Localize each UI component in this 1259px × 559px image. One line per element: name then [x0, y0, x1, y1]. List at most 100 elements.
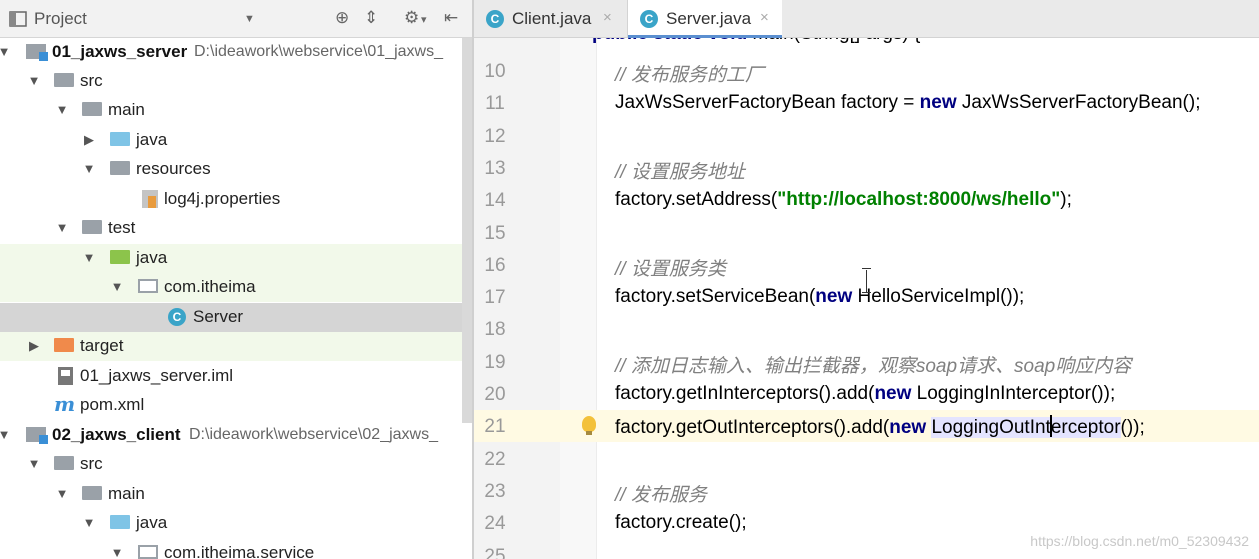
- resources-folder-icon: [110, 161, 130, 175]
- folder-icon: [82, 486, 102, 500]
- line-number: 22: [484, 448, 506, 470]
- tree-item-module-client[interactable]: ▼ 02_jaxws_client D:\ideawork\webservice…: [0, 421, 472, 450]
- mouse-cursor-icon: [862, 268, 871, 294]
- code-text: factory.create();: [615, 512, 747, 534]
- chevron-down-icon[interactable]: ▼: [0, 424, 11, 446]
- project-scrollbar[interactable]: [462, 38, 472, 423]
- tree-item-label: com.itheima: [164, 277, 256, 296]
- code-text: // 添加日志输入、输出拦截器，观察soap请求、soap响应内容: [615, 355, 1132, 377]
- tree-item-test-java[interactable]: ▼ java: [0, 244, 472, 273]
- module-path: D:\ideawork\webservice\02_jaxws_: [189, 426, 438, 443]
- tree-item-java[interactable]: ▼ java: [0, 509, 472, 538]
- tree-item-label: src: [80, 71, 103, 90]
- tree-item-label: 02_jaxws_client: [52, 425, 181, 444]
- tree-item-module-server[interactable]: ▼ 01_jaxws_server D:\ideawork\webservice…: [0, 38, 472, 67]
- tree-item-iml[interactable]: 01_jaxws_server.iml: [0, 362, 472, 391]
- line-number: 16: [484, 254, 506, 276]
- line-number: 10: [484, 61, 506, 82]
- chevron-right-icon[interactable]: ▶: [82, 129, 96, 151]
- maven-icon: m: [54, 392, 76, 416]
- hide-panel-icon[interactable]: ⇤: [444, 8, 458, 28]
- code-line[interactable]: 20 factory.getInInterceptors().add(new Lo…: [474, 378, 1259, 410]
- chevron-down-icon[interactable]: ▼: [82, 158, 96, 180]
- chevron-right-icon[interactable]: ▶: [27, 335, 41, 357]
- chevron-down-icon[interactable]: ▼: [27, 453, 41, 475]
- lightbulb-icon[interactable]: [582, 416, 596, 436]
- locate-icon[interactable]: ⊕: [335, 8, 349, 28]
- tree-item-label: pom.xml: [80, 395, 145, 414]
- tree-item-label: Server: [193, 307, 244, 326]
- close-icon[interactable]: ×: [760, 9, 769, 26]
- chevron-down-icon[interactable]: ▼: [0, 41, 11, 63]
- tree-item-label: java: [136, 513, 168, 532]
- tree-item-package[interactable]: ▼ com.itheima: [0, 273, 472, 302]
- java-class-icon: C: [640, 10, 658, 28]
- chevron-down-icon[interactable]: ▼: [110, 276, 124, 298]
- code-area[interactable]: public static void main(String[] args) {…: [474, 23, 1259, 559]
- code-line[interactable]: 23 // 发布服务: [474, 475, 1259, 507]
- code-editor: public static void main(String[] args) {…: [474, 0, 1259, 559]
- code-line[interactable]: 21 factory.getOutInterceptors().add(new L…: [474, 410, 1259, 443]
- tree-item-src[interactable]: ▼ src: [0, 67, 472, 96]
- close-icon[interactable]: ×: [603, 9, 612, 26]
- code-line[interactable]: 15: [474, 217, 1259, 249]
- code-line[interactable]: 14 factory.setAddress("http://localhost:8…: [474, 184, 1259, 216]
- tree-item-test[interactable]: ▼ test: [0, 214, 472, 243]
- chevron-down-icon[interactable]: ▼: [55, 483, 69, 505]
- tree-item-resources[interactable]: ▼ resources: [0, 155, 472, 184]
- tree-item-label: 01_jaxws_server.iml: [80, 366, 234, 385]
- chevron-down-icon[interactable]: ▼: [55, 99, 69, 121]
- tree-item-java[interactable]: ▶ java: [0, 126, 472, 155]
- gear-icon[interactable]: ⚙: [404, 8, 419, 28]
- code-line[interactable]: 10 // 发布服务的工厂: [474, 55, 1259, 87]
- tree-item-log4j[interactable]: log4j.properties: [0, 185, 472, 214]
- editor-tabs: C Client.java × C Server.java ×: [474, 0, 1259, 38]
- line-number: 14: [484, 190, 506, 212]
- tree-item-main[interactable]: ▼ main: [0, 96, 472, 125]
- project-panel-header: Project ▼ ⊕ ⇕ ⚙ ▾ ⇤: [0, 0, 472, 38]
- collapse-all-icon[interactable]: ⇕: [364, 8, 378, 28]
- tab-label: Server.java: [666, 9, 752, 28]
- line-number: 18: [484, 319, 506, 341]
- folder-icon: [82, 220, 102, 234]
- code-line[interactable]: 18: [474, 313, 1259, 345]
- tree-item-package[interactable]: ▼ com.itheima.service: [0, 539, 472, 559]
- view-dropdown-icon[interactable]: ▼: [244, 13, 255, 25]
- source-folder-icon: [110, 132, 130, 146]
- chevron-down-icon[interactable]: ▼: [82, 512, 96, 534]
- tree-item-label: resources: [136, 159, 211, 178]
- folder-icon: [82, 102, 102, 116]
- iml-file-icon: [58, 367, 73, 385]
- java-class-icon: C: [168, 308, 186, 326]
- project-view-icon: [9, 11, 27, 27]
- code-line[interactable]: 11 JaxWsServerFactoryBean factory = new J…: [474, 87, 1259, 119]
- code-line[interactable]: 13 // 设置服务地址: [474, 152, 1259, 184]
- tree-item-pom[interactable]: m pom.xml: [0, 391, 472, 420]
- code-line[interactable]: 22: [474, 443, 1259, 475]
- code-text: // 发布服务的工厂: [615, 65, 764, 86]
- tree-item-target[interactable]: ▶ target: [0, 332, 472, 361]
- tree-item-label: test: [108, 218, 136, 237]
- line-number: 12: [484, 125, 506, 147]
- tree-item-server-class[interactable]: C Server: [0, 303, 472, 332]
- chevron-down-icon[interactable]: ▼: [110, 542, 124, 559]
- code-text: // 设置服务类: [615, 258, 726, 280]
- code-text: factory.getInInterceptors().add(new Logg…: [615, 383, 1116, 404]
- tab-client-java[interactable]: C Client.java ×: [474, 0, 628, 38]
- project-panel-title[interactable]: Project: [34, 9, 87, 29]
- code-text: factory.setServiceBean(new HelloServiceI…: [615, 286, 1025, 308]
- gear-dropdown-icon[interactable]: ▾: [421, 13, 427, 26]
- chevron-down-icon[interactable]: ▼: [55, 217, 69, 239]
- code-line[interactable]: 19 // 添加日志输入、输出拦截器，观察soap请求、soap响应内容: [474, 346, 1259, 378]
- tree-item-label: src: [80, 454, 103, 473]
- tab-server-java[interactable]: C Server.java ×: [628, 0, 782, 38]
- chevron-down-icon[interactable]: ▼: [27, 70, 41, 92]
- tree-item-label: com.itheima.service: [164, 543, 315, 559]
- tree-item-label: target: [80, 336, 124, 355]
- tree-item-label: java: [136, 248, 168, 267]
- code-line[interactable]: 12: [474, 120, 1259, 152]
- chevron-down-icon[interactable]: ▼: [82, 247, 96, 269]
- code-text: // 发布服务: [615, 484, 707, 506]
- tree-item-src[interactable]: ▼ src: [0, 450, 472, 479]
- tree-item-main[interactable]: ▼ main: [0, 480, 472, 509]
